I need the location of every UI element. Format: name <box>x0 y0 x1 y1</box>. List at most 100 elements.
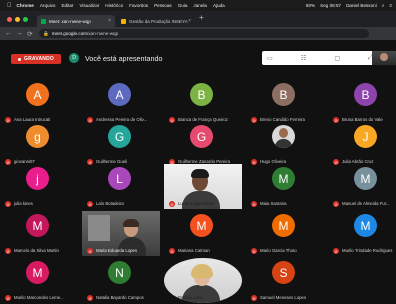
menu-icon[interactable]: ≡ <box>389 3 392 8</box>
apple-menu-icon[interactable]:  <box>7 3 12 9</box>
menu-item-favoritos[interactable]: Favoritos <box>129 3 148 8</box>
participant-avatar <box>272 125 295 148</box>
window-controls <box>0 11 31 27</box>
participant-tile[interactable]: M ⊘ Mario Garcia Thoto <box>246 211 324 256</box>
user-name[interactable]: Daniel Bessoni <box>346 3 377 8</box>
clock: Seg 08:57 <box>320 3 342 8</box>
participant-avatar: g <box>26 125 49 148</box>
menu-item-histórico[interactable]: Histórico <box>105 3 123 8</box>
search-icon[interactable]: ⌕ <box>382 3 385 8</box>
avatar-photo <box>275 139 292 148</box>
os-menu-bar:  Chrome Arquivo Editar Visualizar Histórico… <box>0 0 396 11</box>
mic-off-icon: ⊘ <box>169 295 175 301</box>
window-icon[interactable]: ▢ <box>334 55 340 62</box>
participant-name: Laís Botadeira <box>96 201 124 206</box>
participant-name: Samuel Meneses Lopes <box>260 295 307 300</box>
participant-tile[interactable]: G ⊘ Guilherme Zanardo Pereira <box>164 122 242 167</box>
participant-tile[interactable]: L ⊘ Laís Botadeira <box>82 164 160 209</box>
mic-off-icon: ⊘ <box>169 201 175 207</box>
close-window-button[interactable] <box>7 16 12 22</box>
participant-tile[interactable]: G ⊘ Guilherme Gueli <box>82 122 160 167</box>
participant-tile[interactable]: g ⊘ giovanni07 <box>0 122 78 167</box>
self-view-person <box>380 53 388 61</box>
participant-tile[interactable]: ⊘ Lucas Lopes Pires <box>164 164 242 209</box>
participant-avatar: j <box>26 167 49 190</box>
recording-badge: GRAVANDO <box>11 54 61 64</box>
participant-tile[interactable]: M ⊘ Maia Santana <box>246 164 324 209</box>
participant-name: Marcelo da Silva Martin <box>14 248 59 253</box>
browser-tab[interactable]: Meet: xan-nwne-wqp × <box>37 15 115 27</box>
zoom-window-button[interactable] <box>23 16 28 22</box>
participant-tile[interactable]: M ⊘ Murilo Trindade Rodrigues <box>328 211 396 256</box>
app-menu: Chrome Arquivo Editar Visualizar Histórico Fa… <box>17 3 231 8</box>
participant-tile[interactable]: M ⊘ Murilo Marcondes Leme... <box>0 258 78 303</box>
participant-name: Patricia Lima <box>178 295 203 300</box>
menu-item-editar[interactable]: Editar <box>61 3 73 8</box>
menu-item-ajuda[interactable]: Ajuda <box>213 3 225 8</box>
participant-avatar: B <box>272 83 295 106</box>
menu-item-guia[interactable]: Guia <box>178 3 188 8</box>
participant-avatar: M <box>272 214 295 237</box>
browser-tab[interactable]: Gestão da Produção INSEYA × <box>117 15 195 27</box>
menu-item-visualizar[interactable]: Visualizar <box>79 3 99 8</box>
url-host: meet.google.com <box>51 31 87 36</box>
mic-off-icon: ⊘ <box>251 295 257 301</box>
participant-avatar: M <box>26 214 49 237</box>
browser-toolbar: ← → ⟳ 🔒 meet.google.com /xan-nwne-wqp <box>0 27 396 40</box>
participant-name: Mario Garcia Thoto <box>260 248 297 253</box>
tab-list: Meet: xan-nwne-wqp × Gestão da Produção IN… <box>37 15 197 27</box>
participant-video <box>123 219 139 227</box>
tab-close-icon[interactable]: × <box>108 18 111 24</box>
recording-label: GRAVANDO <box>23 56 55 62</box>
participant-tile[interactable]: B ⊘ Breno Candido Ferreira <box>246 80 324 125</box>
participant-tile[interactable]: J ⊘ Julia Abrão Cruz <box>328 122 396 167</box>
participant-avatar: A <box>108 83 131 106</box>
address-bar[interactable]: 🔒 meet.google.com /xan-nwne-wqp <box>39 29 369 38</box>
avatar-photo <box>279 128 288 138</box>
back-arrow-icon[interactable]: ← <box>5 30 12 37</box>
participant-tile[interactable]: ⊘ Maria Eduarda Lopes <box>82 211 160 256</box>
tab-favicon-icon <box>41 18 46 24</box>
mic-off-icon: ⊘ <box>87 295 93 301</box>
minimize-window-button[interactable] <box>15 16 20 22</box>
participant-video <box>191 264 213 278</box>
new-tab-button[interactable]: + <box>199 13 204 27</box>
participant-tile[interactable]: S ⊘ Samuel Meneses Lopes <box>246 258 324 303</box>
participant-avatar: A <box>26 83 49 106</box>
participant-tile[interactable]: B ⊘ Bianca de França Queiroz <box>164 80 242 125</box>
self-view-thumbnail[interactable] <box>372 51 396 65</box>
presenter-avatar: D <box>69 53 79 63</box>
layout-icon[interactable]: ▭ <box>267 55 273 62</box>
participant-tile[interactable]: ⊘ Hugo Oliveira <box>246 122 324 167</box>
mic-off-icon: ⊘ <box>333 248 339 254</box>
tab-title: Meet: xan-nwne-wqp <box>49 18 91 24</box>
forward-arrow-icon[interactable]: → <box>16 30 23 37</box>
menu-item-chrome[interactable]: Chrome <box>17 3 34 8</box>
participant-name: Murilo Trindade Rodrigues <box>342 248 393 253</box>
menu-item-janela[interactable]: Janela <box>193 3 207 8</box>
reload-icon[interactable]: ⟳ <box>27 30 33 38</box>
participant-tile[interactable]: A ⊘ Ana Laura Intrucati <box>0 80 78 125</box>
mic-off-icon: ⊘ <box>333 201 339 207</box>
participant-tile[interactable]: A ⊘ Andressa Pereira de Oliv... <box>82 80 160 125</box>
tiled-view-icon[interactable]: ☷ <box>301 55 306 62</box>
participant-avatar: M <box>354 167 377 190</box>
meet-header: GRAVANDO D Você está apresentando ▭ ☷ ▢ … <box>0 40 396 80</box>
menu-item-pessoas[interactable]: Pessoas <box>154 3 172 8</box>
url-path: /xan-nwne-wqp <box>86 31 119 36</box>
menu-item-arquivo[interactable]: Arquivo <box>40 3 56 8</box>
participant-avatar: N <box>108 261 131 284</box>
participant-tile[interactable]: j ⊘ julia kines <box>0 164 78 209</box>
participant-avatar: B <box>354 83 377 106</box>
tab-close-icon[interactable]: × <box>188 18 191 24</box>
participant-tile[interactable]: B ⊘ Bruna Barros do Vale <box>328 80 396 125</box>
participant-tile[interactable]: ⊘ Patricia Lima <box>164 258 242 303</box>
participant-tile[interactable]: M ⊘ Marcelo da Silva Martin <box>0 211 78 256</box>
participant-tile[interactable]: N ⊘ Natalia Bayardo Campos <box>82 258 160 303</box>
participant-tile[interactable]: M ⊘ Manuel de Almeida Fur... <box>328 164 396 209</box>
participant-name: Mariana Catman <box>178 248 210 253</box>
participant-avatar: L <box>108 167 131 190</box>
participant-tile[interactable]: M ⊘ Mariana Catman <box>164 211 242 256</box>
browser-tab-strip: Meet: xan-nwne-wqp × Gestão da Produção IN… <box>0 11 396 27</box>
participant-avatar: S <box>272 261 295 284</box>
